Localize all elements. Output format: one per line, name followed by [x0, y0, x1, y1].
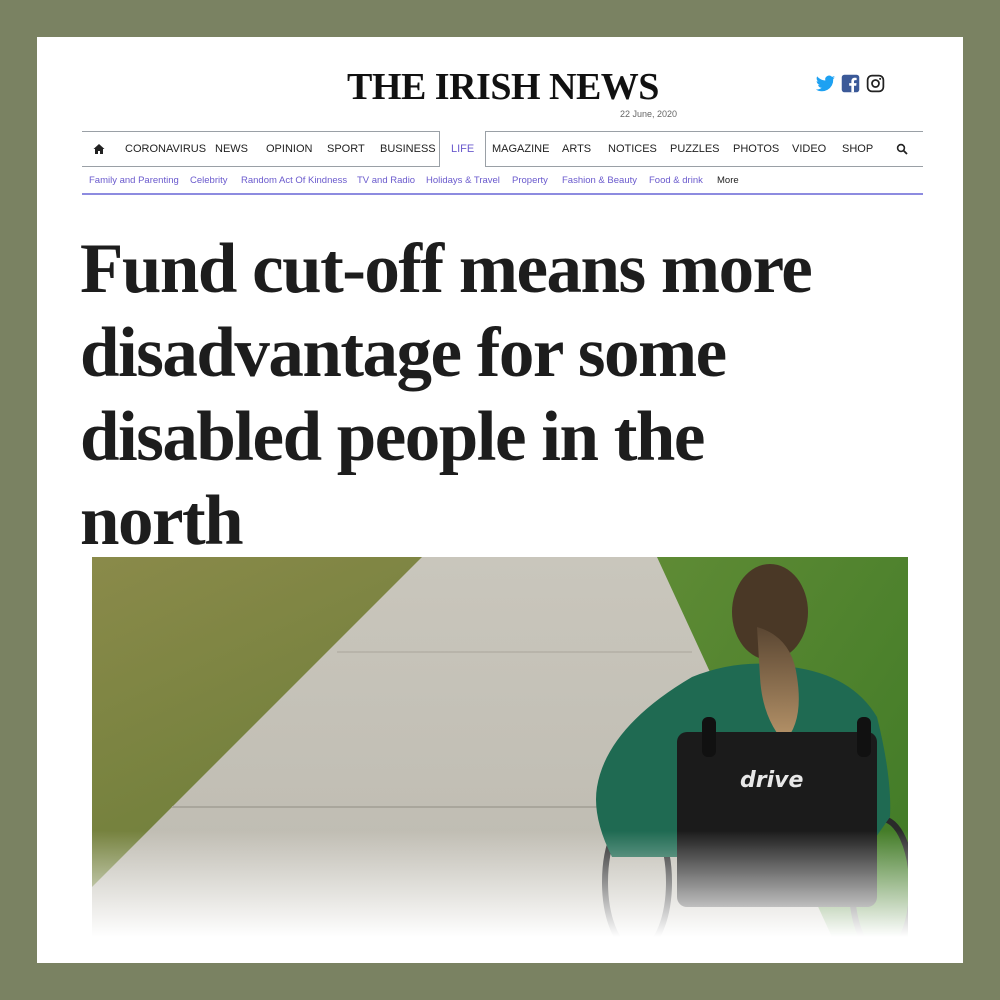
masthead: THE IRISH NEWS 22 June, 2020 [37, 65, 963, 125]
subnav-item-random-act-of-kindness[interactable]: Random Act Of Kindness [241, 168, 347, 193]
edition-date: 22 June, 2020 [619, 109, 677, 119]
subnav-item-holidays-travel[interactable]: Holidays & Travel [426, 168, 500, 193]
article-photo: drive [92, 557, 908, 937]
headline-line: Fund cut-off means more [80, 230, 813, 308]
subnav-more-link[interactable]: More [717, 168, 739, 193]
instagram-icon[interactable] [865, 73, 886, 94]
site-logo[interactable]: THE IRISH NEWS [329, 65, 677, 109]
headline-line: disadvantage for some [80, 314, 727, 392]
nav-item-opinion[interactable]: OPINION [266, 132, 312, 166]
article-photo-image: drive [92, 557, 908, 937]
nav-item-coronavirus[interactable]: CORONAVIRUS [125, 132, 206, 166]
nav-item-puzzles[interactable]: PUZZLES [670, 132, 720, 166]
nav-item-video[interactable]: VIDEO [792, 132, 826, 166]
nav-item-news[interactable]: NEWS [215, 132, 248, 166]
social-links [815, 73, 886, 94]
home-icon[interactable] [93, 143, 105, 155]
headline-line: disabled people in the [80, 398, 705, 476]
search-icon[interactable] [896, 143, 908, 155]
nav-item-magazine[interactable]: MAGAZINE [492, 132, 549, 166]
subnav-item-fashion-beauty[interactable]: Fashion & Beauty [562, 168, 637, 193]
main-nav: CORONAVIRUS NEWS OPINION SPORT BUSINESS … [82, 131, 923, 167]
subnav-item-celebrity[interactable]: Celebrity [190, 168, 228, 193]
subnav-item-family-and-parenting[interactable]: Family and Parenting [89, 168, 179, 193]
nav-item-business[interactable]: BUSINESS [380, 132, 436, 166]
headline-line: north [80, 482, 244, 560]
sub-nav: Family and Parenting Celebrity Random Ac… [82, 168, 923, 195]
nav-item-sport[interactable]: SPORT [327, 132, 365, 166]
subnav-item-tv-and-radio[interactable]: TV and Radio [357, 168, 415, 193]
subnav-item-food-drink[interactable]: Food & drink [649, 168, 703, 193]
nav-item-life[interactable]: LIFE [439, 131, 487, 167]
nav-item-notices[interactable]: NOTICES [608, 132, 657, 166]
nav-item-arts[interactable]: ARTS [562, 132, 591, 166]
subnav-item-property[interactable]: Property [512, 168, 548, 193]
article-page: THE IRISH NEWS 22 June, 2020 CORONAVIRUS… [37, 37, 963, 963]
nav-item-shop[interactable]: SHOP [842, 132, 873, 166]
twitter-icon[interactable] [815, 73, 836, 94]
facebook-icon[interactable] [840, 73, 861, 94]
nav-item-photos[interactable]: PHOTOS [733, 132, 779, 166]
article-headline: Fund cut-off means more disadvantage for… [80, 227, 940, 563]
